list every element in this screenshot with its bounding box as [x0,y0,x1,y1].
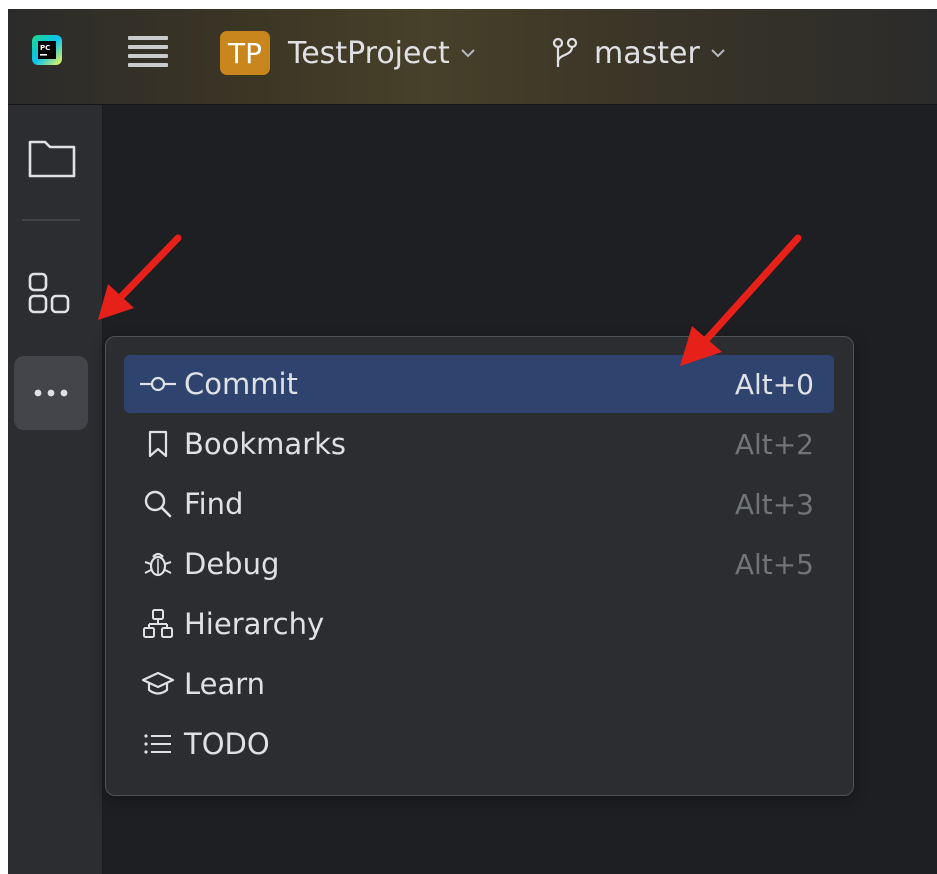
more-icon [34,389,68,397]
menu-item-shortcut: Alt+0 [734,367,814,401]
commit-icon [140,366,176,402]
graduation-cap-icon [140,666,176,702]
menu-item-shortcut: Alt+2 [734,427,814,461]
menu-item-label: Debug [184,547,280,581]
menu-item-shortcut: Alt+3 [734,487,814,521]
main-menu-button[interactable] [128,36,168,72]
search-icon [140,486,176,522]
project-badge: TP [220,31,270,75]
menu-item-learn[interactable]: Learn [124,655,834,713]
menu-item-label: Hierarchy [184,607,325,641]
tool-windows-popup: Commit Alt+0 Bookmarks Alt+2 Find Alt+3 [105,336,854,796]
git-branch-icon [552,37,578,67]
menu-item-shortcut: Alt+5 [734,547,814,581]
structure-icon[interactable] [27,271,73,317]
menu-item-label: Find [184,487,244,521]
project-selector[interactable]: TP TestProject [220,31,476,75]
menu-item-commit[interactable]: Commit Alt+0 [124,355,834,413]
sidebar-separator [22,219,80,221]
title-bar: PC TP TestProject master [8,9,937,105]
menu-item-label: Bookmarks [184,427,347,461]
menu-item-label: TODO [184,727,270,761]
menu-item-bookmarks[interactable]: Bookmarks Alt+2 [124,415,834,473]
hierarchy-icon [140,606,176,642]
hamburger-line [128,45,168,49]
project-name: TestProject [288,35,450,71]
chevron-down-icon [461,49,475,58]
hamburger-line [128,54,168,58]
menu-item-find[interactable]: Find Alt+3 [124,475,834,533]
bug-icon [140,546,176,582]
hamburger-line [128,63,168,67]
hamburger-line [128,36,168,40]
tool-window-sidebar [8,105,103,874]
ide-window: PC TP TestProject master Commit Alt+0 Bo… [8,9,937,874]
menu-item-label: Learn [184,667,266,701]
menu-item-todo[interactable]: TODO [124,715,834,773]
folder-icon[interactable] [27,136,77,180]
branch-selector[interactable]: master [552,31,726,75]
svg-text:PC: PC [40,44,50,52]
bookmark-icon [140,426,176,462]
more-tool-windows-button[interactable] [14,356,88,430]
menu-item-hierarchy[interactable]: Hierarchy [124,595,834,653]
chevron-down-icon [711,49,725,58]
menu-item-label: Commit [184,367,298,401]
branch-name: master [594,35,700,71]
pycharm-logo-icon[interactable]: PC [32,35,62,65]
list-icon [140,726,176,762]
menu-item-debug[interactable]: Debug Alt+5 [124,535,834,593]
